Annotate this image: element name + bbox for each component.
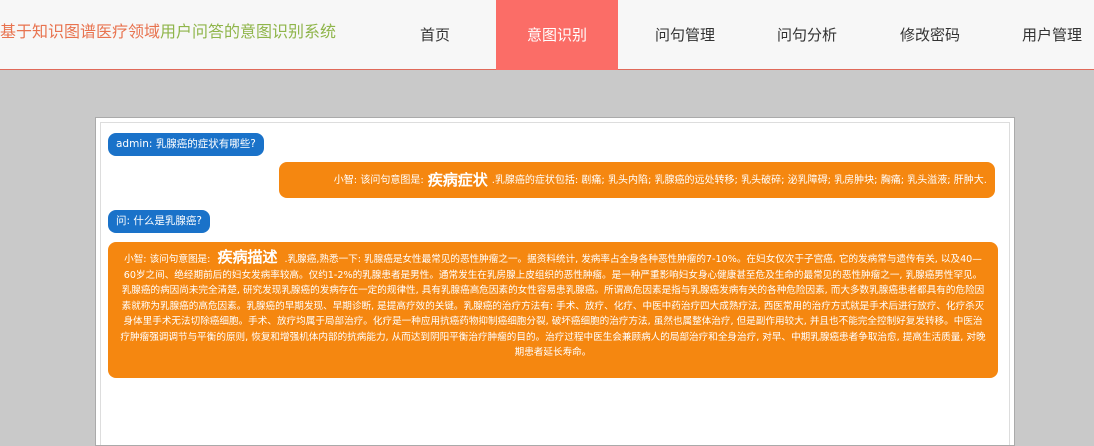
site-title: 基于知识图谱医疗领域用户问答的意图识别系统 xyxy=(0,18,336,42)
site-title-part2: 用户问答的意图识别系统 xyxy=(160,22,337,41)
nav-intent-recognition[interactable]: 意图识别 xyxy=(496,0,618,70)
nav-user-management[interactable]: 用户管理 xyxy=(1010,0,1094,70)
intent-label: 疾病症状 xyxy=(427,170,488,189)
nav-change-password[interactable]: 修改密码 xyxy=(885,0,975,70)
bot-answer: .乳腺癌的症状包括: 剧痛; 乳头内陷; 乳腺癌的远处转移; 乳头破碎; 泌乳障… xyxy=(491,174,987,186)
top-navbar: 基于知识图谱医疗领域用户问答的意图识别系统 首页 意图识别 问句管理 问句分析 … xyxy=(0,0,1094,70)
intent-label: 疾病描述 xyxy=(217,248,278,266)
bot-message: 小智: 该问句意图是: 疾病症状 .乳腺癌的症状包括: 剧痛; 乳头内陷; 乳腺… xyxy=(279,162,995,198)
user-message: 问: 什么是乳腺癌? xyxy=(108,210,210,233)
bot-answer: .乳腺癌,熟悉一下: 乳腺癌是女性最常见的恶性肿瘤之一。据资料统计, 发病率占全… xyxy=(120,254,986,358)
user-message: admin: 乳腺癌的症状有哪些? xyxy=(108,133,264,156)
nav-question-analysis[interactable]: 问句分析 xyxy=(762,0,852,70)
nav-home[interactable]: 首页 xyxy=(395,0,475,70)
bot-prefix: 小智: 该问句意图是: xyxy=(124,254,211,265)
site-title-part1: 基于知识图谱医疗领域 xyxy=(0,22,161,41)
bot-prefix: 小智: 该问句意图是: xyxy=(333,174,424,186)
bot-message: 小智: 该问句意图是: 疾病描述 .乳腺癌,熟悉一下: 乳腺癌是女性最常见的恶性… xyxy=(108,242,998,378)
nav-question-management[interactable]: 问句管理 xyxy=(640,0,730,70)
